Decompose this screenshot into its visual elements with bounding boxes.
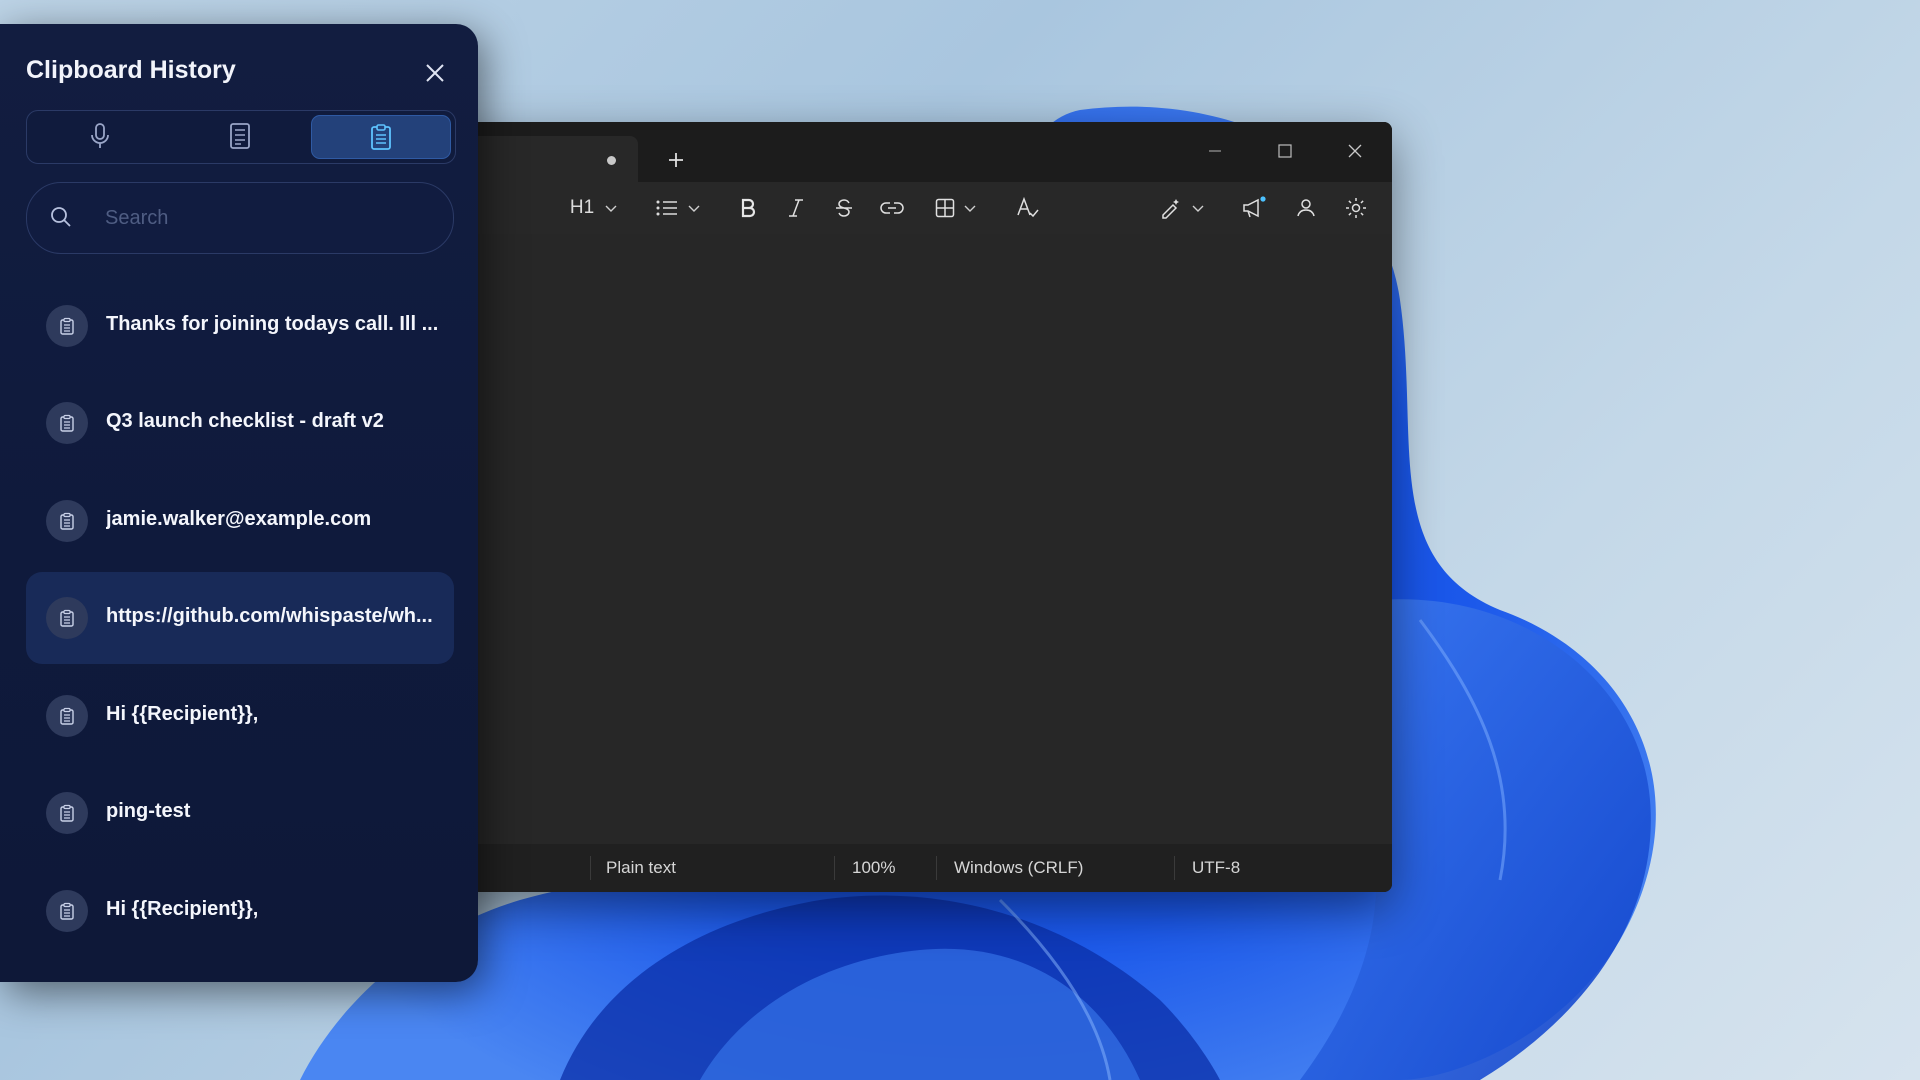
chevron-down-icon: [1192, 205, 1204, 212]
minimize-button[interactable]: [1188, 134, 1242, 168]
minimize-icon: [1209, 150, 1221, 152]
chevron-down-icon: [605, 205, 617, 212]
heading-dropdown[interactable]: H1: [566, 190, 622, 226]
clipboard-icon: [60, 609, 74, 627]
megaphone-icon: [1243, 196, 1266, 218]
bold-button[interactable]: [730, 190, 766, 226]
clipboard-entry-selected[interactable]: https://github.com/whispaste/wh...: [26, 572, 454, 664]
new-tab-button[interactable]: [658, 144, 694, 176]
microphone-icon: [91, 123, 109, 148]
heading-label: H1: [569, 197, 595, 218]
status-separator: [936, 856, 937, 880]
clipboard-entry[interactable]: jamie.walker@example.com: [26, 475, 454, 567]
clip-entry-badge: [46, 890, 88, 932]
search-input[interactable]: [103, 201, 427, 235]
window-close-button[interactable]: [1328, 134, 1382, 168]
settings-button[interactable]: [1336, 190, 1376, 226]
clip-entry-badge: [46, 305, 88, 347]
status-zoom[interactable]: 100%: [852, 858, 895, 878]
clipboard-icon: [60, 707, 74, 725]
text-editor-area[interactable]: [440, 234, 1392, 844]
tab-clipboard[interactable]: [311, 115, 451, 159]
clip-entry-text: Hi {{Recipient}},: [106, 898, 259, 920]
clip-entry-text: ping-test: [106, 800, 191, 822]
link-button[interactable]: [872, 190, 912, 226]
clip-entry-text: Thanks for joining todays call. Ill ...: [106, 313, 439, 335]
clipboard-entry[interactable]: ping-test: [26, 767, 454, 859]
announcements-button[interactable]: [1234, 190, 1274, 226]
title-bar: [440, 122, 1392, 182]
clipboard-history-panel: Clipboard History Thanks for joining tod…: [0, 24, 478, 982]
chevron-down-icon: [688, 205, 700, 212]
clear-formatting-icon: [1017, 197, 1039, 218]
clip-entry-badge: [46, 792, 88, 834]
italic-icon: [789, 199, 803, 217]
clipboard-entry[interactable]: Thanks for joining todays call. Ill ...: [26, 280, 454, 372]
formatting-toolbar: H1: [440, 182, 1392, 234]
clip-entry-badge: [46, 500, 88, 542]
tab-dictation[interactable]: [31, 115, 169, 157]
maximize-icon: [1278, 144, 1292, 158]
clipboard-entry[interactable]: Q3 launch checklist - draft v2: [26, 377, 454, 469]
italic-button[interactable]: [778, 190, 814, 226]
clipboard-entry[interactable]: Hi {{Recipient}},: [26, 670, 454, 762]
clip-entry-text: https://github.com/whispaste/wh...: [106, 605, 433, 627]
clipboard-icon: [60, 317, 74, 335]
status-separator: [590, 856, 591, 880]
clip-entry-badge: [46, 597, 88, 639]
copilot-rewrite-dropdown[interactable]: [1152, 190, 1212, 226]
bold-icon: [741, 198, 756, 218]
close-icon: [426, 64, 444, 82]
clip-entry-text: jamie.walker@example.com: [106, 508, 372, 530]
clipboard-icon: [60, 804, 74, 822]
clipboard-entry[interactable]: Hi {{Recipient}},: [26, 865, 454, 957]
status-bar: Plain text 100% Windows (CRLF) UTF-8: [440, 844, 1392, 892]
link-icon: [880, 202, 904, 214]
clipboard-icon: [371, 124, 391, 150]
gear-icon: [1346, 198, 1366, 218]
clipboard-icon: [60, 414, 74, 432]
pen-sparkle-icon: [1162, 199, 1179, 219]
mode-tab-group: [26, 110, 456, 164]
notepad-window: H1 Plain text 100% Windows (CRLF) UTF-8: [440, 122, 1392, 892]
clip-entry-badge: [46, 402, 88, 444]
unsaved-indicator-dot: [607, 156, 616, 165]
table-icon: [935, 198, 955, 218]
plus-icon: [669, 153, 683, 167]
notes-icon: [230, 123, 250, 149]
bullet-list-icon: [656, 200, 677, 216]
strikethrough-icon: [836, 199, 852, 217]
status-format: Plain text: [606, 858, 676, 877]
account-button[interactable]: [1286, 190, 1326, 226]
panel-title: Clipboard History: [26, 56, 236, 84]
search-box: [26, 182, 454, 254]
status-line-ending: Windows (CRLF): [954, 858, 1084, 877]
status-separator: [1174, 856, 1175, 880]
status-encoding: UTF-8: [1192, 858, 1241, 877]
strikethrough-button[interactable]: [826, 190, 862, 226]
clip-entry-badge: [46, 695, 88, 737]
status-separator: [834, 856, 835, 880]
close-icon: [1348, 144, 1362, 158]
clear-formatting-button[interactable]: [1008, 190, 1048, 226]
panel-close-button[interactable]: [418, 56, 452, 90]
tab-notes[interactable]: [171, 115, 309, 157]
user-icon: [1297, 199, 1315, 217]
list-dropdown[interactable]: [650, 190, 706, 226]
chevron-down-icon: [964, 205, 976, 212]
search-icon: [51, 207, 71, 227]
clipboard-icon: [60, 512, 74, 530]
clipboard-icon: [60, 902, 74, 920]
clip-entry-text: Hi {{Recipient}},: [106, 703, 259, 725]
maximize-button[interactable]: [1258, 134, 1312, 168]
clip-entry-text: Q3 launch checklist - draft v2: [106, 410, 384, 432]
table-dropdown[interactable]: [928, 190, 984, 226]
